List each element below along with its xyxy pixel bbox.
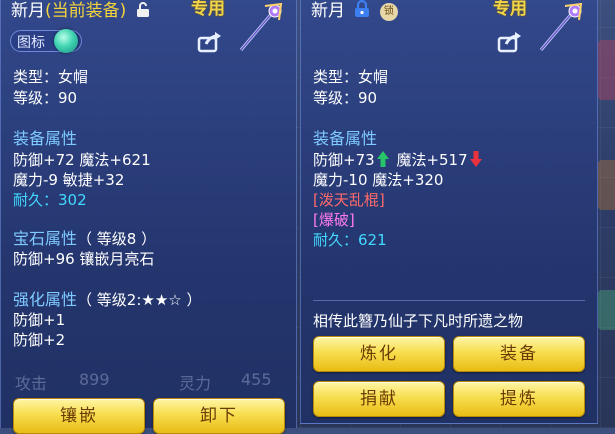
background-orb	[598, 40, 615, 100]
durability-row: 耐久：302	[13, 190, 87, 210]
background-orb	[598, 290, 615, 330]
inlay-button[interactable]: 镶嵌	[13, 398, 145, 434]
special-effect-tag: [爆破]	[313, 211, 355, 229]
extract-button[interactable]: 提炼	[453, 381, 585, 417]
item-name: 新月	[311, 1, 345, 21]
staff-equipment-icon	[235, 2, 285, 54]
defense-attribute: 防御+73	[313, 151, 375, 169]
item-type: 类型：女帽	[13, 68, 89, 86]
magic-attribute: 魔法+517	[396, 151, 468, 169]
icon-toggle-switch[interactable]: 图标	[10, 29, 82, 53]
durability-value: 621	[358, 231, 387, 249]
unlock-icon[interactable]	[136, 2, 150, 24]
lock-icon[interactable]	[354, 0, 370, 24]
unequip-button[interactable]: 卸下	[153, 398, 285, 434]
enhance-attribute-line: 防御+1	[13, 311, 66, 329]
donate-button[interactable]: 捐献	[313, 381, 445, 417]
staff-equipment-icon	[535, 2, 585, 54]
durability-label: 耐久：	[13, 191, 59, 209]
divider	[313, 300, 585, 301]
item-level: 等级：90	[13, 89, 78, 107]
durability-label: 耐久：	[313, 231, 359, 249]
item-name: 新月	[11, 1, 45, 21]
gem-attributes-row: 宝石属性（ 等级8 ）	[13, 229, 156, 249]
background-orb	[598, 160, 615, 210]
enhance-attribute-line: 防御+2	[13, 331, 66, 349]
gem-attribute-line: 防御+96 镶嵌月亮石	[13, 250, 155, 268]
lock-badge: 锁	[379, 3, 398, 21]
equip-button[interactable]: 装备	[453, 336, 585, 372]
special-skill-tag: [泼天乱棍]	[313, 191, 385, 209]
gem-attributes-title: 宝石属性	[13, 229, 78, 248]
background-stat-value: 899	[79, 370, 110, 389]
item-type: 类型：女帽	[313, 68, 389, 86]
equipment-attributes-title: 装备属性	[313, 129, 378, 148]
durability-row: 耐久：621	[313, 230, 387, 250]
item-name-row: 新月(当前装备)	[11, 0, 150, 24]
share-icon[interactable]	[497, 31, 523, 53]
durability-value: 302	[58, 191, 87, 209]
current-equipment-tag: (当前装备)	[45, 1, 127, 21]
arrow-down-icon	[469, 150, 483, 173]
item-level: 等级：90	[313, 89, 378, 107]
enhance-attributes-title: 强化属性	[13, 290, 78, 309]
compared-equipment-tooltip: 新月 锁 专用 类型：女帽 等级：90 装备属性 防御+73 魔法+517 魔力…	[300, 0, 598, 424]
attribute-line: 魔力-10 魔法+320	[313, 171, 444, 189]
toggle-knob	[54, 29, 78, 53]
equipment-attributes-title: 装备属性	[13, 129, 78, 148]
special-use-badge: 专用	[191, 0, 225, 19]
enhance-level: （ 等级2:★★☆ ）	[77, 291, 202, 309]
enhance-attributes-row: 强化属性（ 等级2:★★☆ ）	[13, 290, 202, 310]
current-equipment-tooltip: 新月(当前装备) 专用 图标 类型：女帽 等级：90 装备属性 防御+72 魔法…	[0, 0, 297, 434]
item-description: 相传此簪乃仙子下凡时所遗之物	[313, 312, 524, 330]
item-name-row: 新月 锁	[311, 0, 398, 24]
share-icon[interactable]	[197, 31, 223, 53]
background-stat-value: 455	[241, 370, 272, 389]
special-use-badge: 专用	[493, 0, 527, 19]
background-stat-label: 灵力	[179, 374, 212, 393]
background-stat-label: 攻击	[15, 374, 48, 393]
refine-button[interactable]: 炼化	[313, 336, 445, 372]
attribute-line: 魔力-9 敏捷+32	[13, 171, 125, 189]
gem-level: （ 等级8 ）	[77, 230, 157, 248]
attribute-line: 防御+72 魔法+621	[13, 151, 151, 169]
icon-toggle-label: 图标	[17, 35, 45, 51]
